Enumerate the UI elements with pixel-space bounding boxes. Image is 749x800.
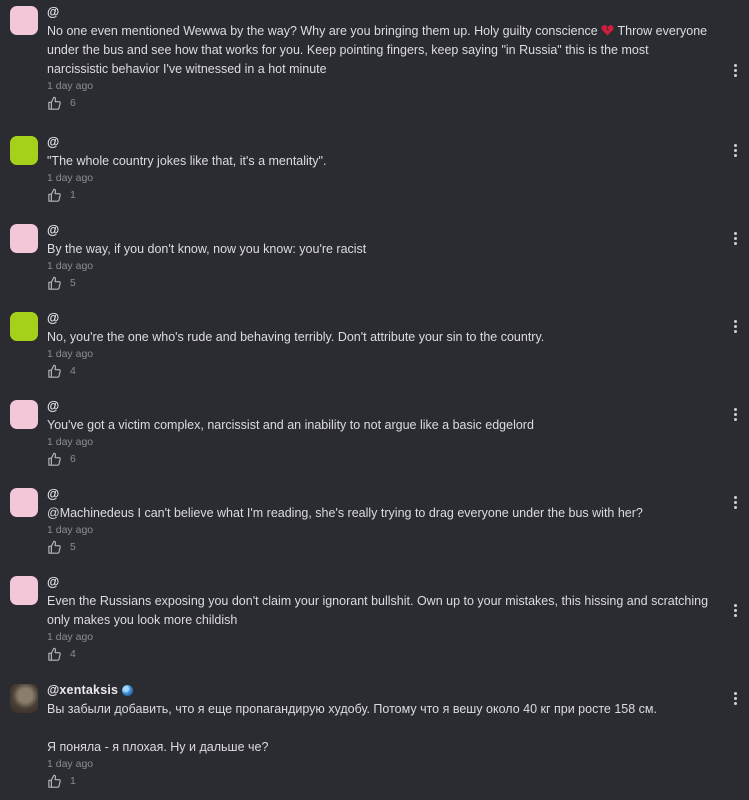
comment-author[interactable]: @ [47, 398, 709, 414]
comment-body: @ No one even mentioned Wewwa by the way… [47, 4, 709, 112]
more-vertical-icon[interactable] [733, 232, 737, 245]
comment-text: @Machinedeus I can't believe what I'm re… [47, 506, 643, 520]
comment-author[interactable]: @ [47, 134, 709, 150]
more-vertical-icon[interactable] [733, 604, 737, 617]
avatar[interactable] [10, 400, 38, 429]
comment-timestamp: 1 day ago [47, 524, 94, 536]
comment-text: By the way, if you don't know, now you k… [47, 242, 367, 256]
like-row: 1 [47, 772, 709, 790]
thumbs-up-icon[interactable] [47, 276, 62, 291]
like-row: 6 [47, 450, 709, 468]
comment-text: "The whole country jokes like that, it's… [47, 154, 327, 168]
more-vertical-icon[interactable] [733, 144, 737, 157]
comment-timestamp: 1 day ago [47, 260, 94, 272]
more-vertical-icon[interactable] [733, 64, 737, 77]
comment-author[interactable]: @ [47, 486, 709, 502]
comment-text: Вы забыли добавить, что я еще пропаганди… [47, 702, 657, 754]
like-row: 4 [47, 645, 709, 663]
comment-author[interactable]: @ [47, 574, 709, 590]
thumbs-up-icon[interactable] [47, 647, 62, 662]
comment-author[interactable]: @xentaksis [47, 682, 709, 698]
avatar[interactable] [10, 684, 38, 713]
comment-timestamp: 1 day ago [47, 631, 94, 643]
broken-heart-icon [601, 25, 614, 36]
thumbs-up-icon[interactable] [47, 452, 62, 467]
comment-timestamp: 1 day ago [47, 436, 94, 448]
comment-text-part: No one even mentioned Wewwa by the way? … [47, 24, 602, 38]
comment-author[interactable]: @ [47, 310, 709, 326]
like-count: 4 [70, 648, 76, 660]
like-row: 5 [47, 538, 709, 556]
comment-body: @xentaksis Вы забыли добавить, что я еще… [47, 682, 709, 790]
more-vertical-icon[interactable] [733, 408, 737, 421]
like-row: 4 [47, 362, 709, 380]
like-count: 5 [70, 541, 76, 553]
like-row: 5 [47, 274, 709, 292]
comment-author[interactable]: @ [47, 222, 709, 238]
like-count: 4 [70, 365, 76, 377]
comment-timestamp: 1 day ago [47, 80, 94, 92]
thumbs-up-icon[interactable] [47, 188, 62, 203]
avatar[interactable] [10, 488, 38, 517]
like-count: 5 [70, 277, 76, 289]
more-vertical-icon[interactable] [733, 496, 737, 509]
like-row: 1 [47, 186, 709, 204]
comment-text: Even the Russians exposing you don't cla… [47, 594, 712, 627]
comment-body: @ By the way, if you don't know, now you… [47, 222, 709, 292]
comment-text: No one even mentioned Wewwa by the way? … [47, 22, 709, 79]
thumbs-up-icon[interactable] [47, 364, 62, 379]
comment-text: No, you're the one who's rude and behavi… [47, 330, 545, 344]
like-count: 1 [70, 189, 76, 201]
comment-timestamp: 1 day ago [47, 758, 94, 770]
like-row: 6 [47, 94, 709, 112]
comment-body: @ No, you're the one who's rude and beha… [47, 310, 709, 380]
avatar[interactable] [10, 312, 38, 341]
avatar[interactable] [10, 224, 38, 253]
comment-timestamp: 1 day ago [47, 348, 94, 360]
comment-body: @ @Machinedeus I can't believe what I'm … [47, 486, 709, 556]
thumbs-up-icon[interactable] [47, 774, 62, 789]
avatar[interactable] [10, 576, 38, 605]
like-count: 1 [70, 775, 76, 787]
more-vertical-icon[interactable] [733, 320, 737, 333]
avatar[interactable] [10, 136, 38, 165]
like-count: 6 [70, 453, 76, 465]
thumbs-up-icon[interactable] [47, 96, 62, 111]
comment-text: You've got a victim complex, narcissist … [47, 418, 534, 432]
more-vertical-icon[interactable] [733, 692, 737, 705]
thumbs-up-icon[interactable] [47, 540, 62, 555]
avatar[interactable] [10, 6, 38, 35]
comment-author[interactable]: @ [47, 4, 709, 20]
comment-timestamp: 1 day ago [47, 172, 94, 184]
comment-author-name[interactable]: @xentaksis [47, 683, 118, 697]
comment-body: @ You've got a victim complex, narcissis… [47, 398, 709, 468]
globe-icon [122, 684, 134, 696]
like-count: 6 [70, 97, 76, 109]
comment-body: @ Even the Russians exposing you don't c… [47, 574, 709, 663]
comment-body: @ "The whole country jokes like that, it… [47, 134, 709, 204]
